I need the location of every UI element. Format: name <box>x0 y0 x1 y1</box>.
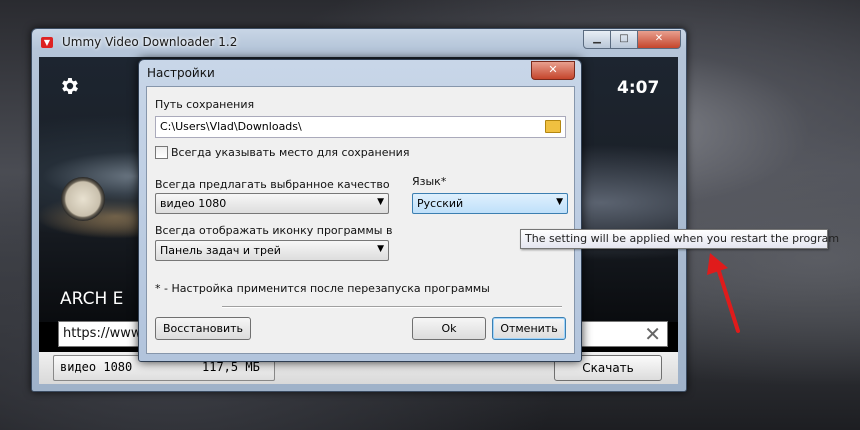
always-ask-checkbox[interactable] <box>155 146 168 159</box>
video-duration: 4:07 <box>617 78 660 98</box>
settings-dialog: Настройки ✕ Путь сохранения C:\Users\Vla… <box>138 59 582 362</box>
gear-icon[interactable] <box>59 75 81 97</box>
maximize-button[interactable]: □ <box>610 30 638 49</box>
quality-setting-value: видео 1080 <box>160 197 227 210</box>
app-download-icon: ▼ <box>41 37 53 48</box>
save-path-value: C:\Users\Vlad\Downloads\ <box>160 120 302 133</box>
tray-icon-dropdown[interactable]: Панель задач и трей ▼ <box>155 240 389 261</box>
cancel-button[interactable]: Отменить <box>492 317 566 340</box>
restart-note: * - Настройка применится после перезапус… <box>155 282 490 295</box>
chevron-down-icon: ▼ <box>377 244 384 254</box>
language-label: Язык* <box>412 175 447 188</box>
quality-size: 117,5 МБ <box>202 360 260 374</box>
language-value: Русский <box>417 197 464 210</box>
video-title: ARCH E <box>60 289 124 309</box>
save-path-input[interactable]: C:\Users\Vlad\Downloads\ <box>155 116 566 138</box>
red-arrow-icon <box>707 253 740 333</box>
close-button[interactable]: ✕ <box>637 30 681 49</box>
title-bar[interactable]: ▼ Ummy Video Downloader 1.2 ▁ □ ✕ <box>32 29 686 55</box>
tray-icon-value: Панель задач и трей <box>160 244 281 257</box>
window-controls: ▁ □ ✕ <box>583 30 681 49</box>
restore-button[interactable]: Восстановить <box>155 317 251 340</box>
tray-icon-label: Всегда отображать иконку программы в <box>155 224 393 237</box>
dialog-body: Путь сохранения C:\Users\Vlad\Downloads\… <box>146 86 575 354</box>
ok-button[interactable]: Ok <box>412 317 486 340</box>
quality-setting-dropdown[interactable]: видео 1080 ▼ <box>155 193 389 214</box>
quality-label: видео 1080 <box>60 360 133 374</box>
dialog-close-button[interactable]: ✕ <box>531 61 575 80</box>
window-title: Ummy Video Downloader 1.2 <box>62 35 238 49</box>
clear-icon[interactable]: ✕ <box>644 322 661 346</box>
dialog-title: Настройки <box>147 66 215 80</box>
language-dropdown[interactable]: Русский ▼ <box>412 193 568 214</box>
restart-tooltip: The setting will be applied when you res… <box>520 229 839 249</box>
folder-icon[interactable] <box>545 120 561 133</box>
quality-setting-label: Всегда предлагать выбранное качество <box>155 178 390 191</box>
save-path-label: Путь сохранения <box>155 98 255 111</box>
chevron-down-icon: ▼ <box>377 197 384 207</box>
separator <box>222 306 562 308</box>
drum-image <box>61 177 105 221</box>
always-ask-label: Всегда указывать место для сохранения <box>171 146 410 159</box>
chevron-down-icon: ▼ <box>556 197 563 207</box>
minimize-button[interactable]: ▁ <box>583 30 611 49</box>
